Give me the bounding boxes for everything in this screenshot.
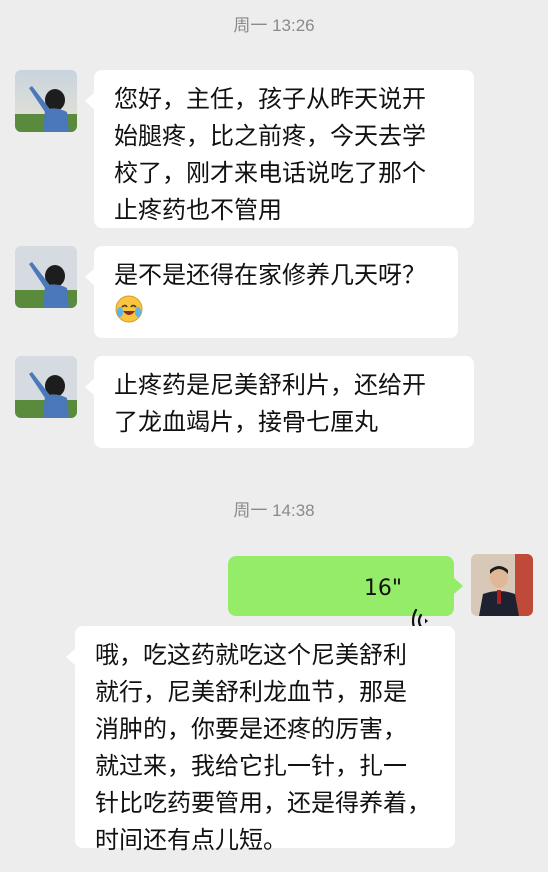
contact-avatar[interactable]: [15, 70, 77, 132]
contact-avatar[interactable]: [15, 356, 77, 418]
crying-laughing-emoji-icon: [114, 294, 144, 335]
avatar-photo-icon: [15, 70, 77, 132]
message-bubble[interactable]: 您好，主任，孩子从昨天说开 始腿疼，比之前疼，今天去学 校了，刚才来电话说吃了那…: [85, 70, 474, 228]
timestamp: 周一 14:38: [233, 501, 315, 520]
avatar-photo-icon: [15, 246, 77, 308]
timestamp: 周一 13:26: [233, 16, 315, 35]
message-text: 是不是还得在家修养几天呀？: [114, 261, 426, 289]
avatar-photo-icon: [15, 356, 77, 418]
contact-avatar[interactable]: [15, 246, 77, 308]
message-bubble[interactable]: 哦，吃这药就吃这个尼美舒利 就行，尼美舒利龙血节，那是 消肿的，你要是还疼的厉害…: [66, 626, 455, 854]
voice-duration: 16": [363, 576, 402, 601]
self-avatar[interactable]: [471, 554, 533, 616]
message-bubble[interactable]: 是不是还得在家修养几天呀？: [85, 246, 458, 338]
chat-screen: { "timestamps": { "first": "周一 13:26", "…: [0, 0, 548, 872]
message-bubble[interactable]: 止疼药是尼美舒利片，还给开 了龙血竭片，接骨七厘丸: [85, 356, 474, 448]
voice-message-bubble[interactable]: 16": [228, 556, 463, 634]
avatar-photo-icon: [471, 554, 533, 616]
